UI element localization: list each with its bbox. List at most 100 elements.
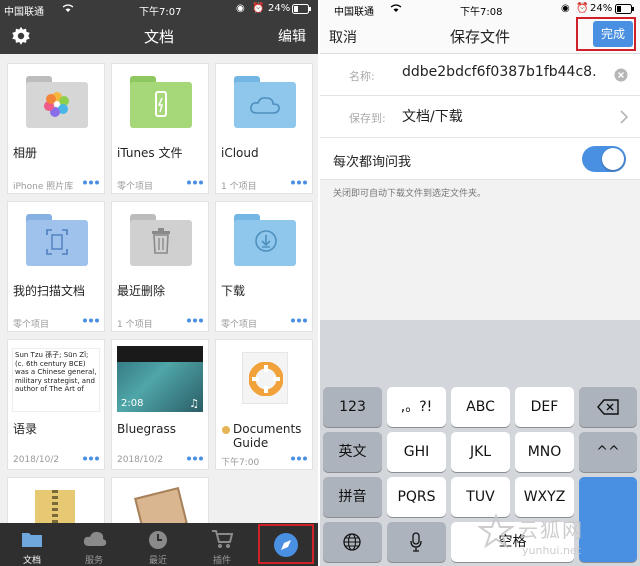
clear-icon[interactable] (614, 68, 628, 82)
folder-icloud[interactable]: iCloud 1 个项目 (215, 63, 313, 194)
clock: 下午7:07 (139, 7, 182, 18)
ask-toggle[interactable] (582, 146, 626, 172)
name-label: 名称: (349, 70, 375, 83)
scan-icon (46, 229, 68, 255)
key-def[interactable]: DEF (515, 387, 574, 427)
folder-icon (26, 214, 88, 266)
key-english[interactable]: 英文 (323, 432, 382, 472)
item-subtitle: 零个项目 (221, 320, 258, 330)
key-jkl[interactable]: JKL (451, 432, 510, 472)
item-subtitle: 零个项目 (117, 182, 154, 192)
status-bar: 中国联通 下午7:08 ◉ ⏰ 24% (320, 0, 640, 18)
key-emoticon[interactable]: ^^ (579, 432, 637, 472)
item-name: 相册 (13, 146, 38, 160)
lifebuoy-icon (249, 362, 283, 396)
tab-documents[interactable]: 文档 (2, 523, 62, 566)
watermark-title: 云狐网 (518, 518, 584, 542)
document-preview: Sun Tzu 孫子; Sūn Zǐ; (c. 6th century BCE)… (12, 348, 100, 412)
folder-downloads[interactable]: 下载 零个项目 (215, 201, 313, 332)
more-icon[interactable] (291, 180, 307, 185)
tab-label: 插件 (212, 556, 231, 566)
file-documents-guide[interactable]: Documents Guide 下午7:00 (215, 339, 313, 470)
tab-services[interactable]: 服务 (64, 523, 124, 566)
battery-icon (292, 4, 311, 14)
item-subtitle: 下午7:00 (221, 458, 260, 468)
save-to-row[interactable]: 保存到: 文档/下载 (320, 96, 640, 138)
key-pinyin[interactable]: 拼音 (323, 477, 382, 517)
item-subtitle: 零个项目 (13, 320, 50, 330)
clock: 下午7:08 (460, 7, 503, 18)
key-abc[interactable]: ABC (451, 387, 510, 427)
item-name: Bluegrass (117, 422, 176, 436)
folder-icon (22, 533, 42, 547)
more-icon[interactable] (83, 318, 99, 323)
save-to-label: 保存到: (349, 112, 386, 125)
tab-label: 最近 (148, 556, 167, 566)
star-logo-icon (478, 514, 514, 549)
watermark: 云狐网 yunhui.net (478, 510, 640, 566)
item-subtitle: 1 个项目 (221, 182, 257, 192)
ask-label: 每次都询问我 (333, 155, 412, 170)
folder-icon (234, 214, 296, 266)
key-punctuation[interactable]: ,。?! (387, 387, 446, 427)
tab-label: 文档 (22, 556, 41, 566)
nav-bar: 文档 编辑 (0, 18, 318, 54)
more-icon[interactable] (187, 318, 203, 323)
key-delete[interactable] (579, 387, 637, 427)
item-name: 最近删除 (117, 284, 166, 298)
microphone-icon (410, 532, 422, 552)
key-123[interactable]: 123 (323, 387, 382, 427)
key-ghi[interactable]: GHI (387, 432, 446, 472)
folder-itunes[interactable]: iTunes 文件 零个项目 (111, 63, 209, 194)
page-title: 文档 (143, 28, 174, 46)
tab-label: 服务 (84, 556, 103, 566)
item-subtitle: 2018/10/2 (13, 455, 60, 465)
alarm-icon: ⏰ (252, 3, 265, 14)
file-quotes[interactable]: Sun Tzu 孫子; Sūn Zǐ; (c. 6th century BCE)… (7, 339, 105, 470)
cloud-icon (250, 97, 280, 114)
item-name: 语录 (13, 422, 38, 436)
lock-rotation-icon: ◉ (561, 3, 570, 14)
item-name: 下载 (221, 284, 246, 298)
cart-icon (212, 530, 233, 548)
video-duration: 2:08 (121, 398, 144, 409)
more-icon[interactable] (291, 318, 307, 323)
item-name: Documents Guide (233, 422, 302, 450)
more-icon[interactable] (83, 180, 99, 185)
tab-plugins[interactable]: 插件 (192, 523, 252, 566)
key-pqrs[interactable]: PQRS (387, 477, 446, 517)
photos-icon (44, 92, 69, 117)
name-row: 名称: ddbe2bdcf6f0387b1fb44c8. (320, 54, 640, 96)
folder-recently-deleted[interactable]: 最近删除 1 个项目 (111, 201, 209, 332)
item-subtitle: 2018/10/2 (117, 455, 164, 465)
clock-icon (149, 531, 167, 549)
folder-scans[interactable]: 我的扫描文档 零个项目 (7, 201, 105, 332)
hint-text: 关闭即可自动下载文件到选定文件夹。 (333, 189, 487, 199)
folder-photos[interactable]: 相册 iPhone 照片库 (7, 63, 105, 194)
item-name: iTunes 文件 (117, 146, 183, 160)
guide-thumbnail (242, 352, 288, 404)
more-icon[interactable] (187, 180, 203, 185)
tab-recent[interactable]: 最近 (128, 523, 188, 566)
folder-icon (234, 76, 296, 128)
edit-button[interactable]: 编辑 (278, 26, 306, 46)
key-mno[interactable]: MNO (515, 432, 574, 472)
item-name: iCloud (221, 146, 259, 160)
highlight-frame (258, 524, 314, 564)
wifi-icon (62, 4, 74, 12)
more-icon[interactable] (187, 456, 203, 461)
folder-icon (130, 214, 192, 266)
more-icon[interactable] (83, 456, 99, 461)
more-icon[interactable] (291, 456, 307, 461)
download-icon (255, 230, 277, 252)
key-voice[interactable] (387, 522, 446, 562)
highlight-frame (576, 17, 636, 51)
battery-icon (615, 4, 634, 14)
item-subtitle: iPhone 照片库 (13, 182, 74, 192)
folder-icon (130, 76, 192, 128)
filename-input[interactable]: ddbe2bdcf6f0387b1fb44c8. (402, 64, 610, 80)
key-globe[interactable] (323, 522, 382, 562)
save-file-screen: 中国联通 下午7:08 ◉ ⏰ 24% 取消 保存文件 完成 名称: ddbe2… (320, 0, 640, 566)
ask-row: 每次都询问我 (320, 138, 640, 180)
file-bluegrass[interactable]: 2:08 ♫ Bluegrass 2018/10/2 (111, 339, 209, 470)
